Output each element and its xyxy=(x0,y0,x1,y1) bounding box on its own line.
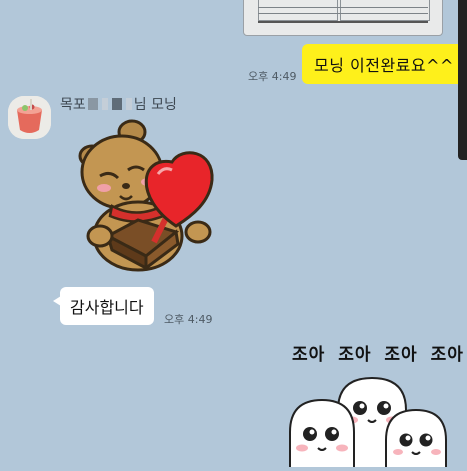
blurred-name xyxy=(87,98,98,110)
bear-heart-sticker[interactable] xyxy=(74,118,222,276)
blurred-name xyxy=(125,98,132,110)
my-message-bubble[interactable]: 모닝 이전완료요^^ xyxy=(302,44,467,84)
sent-photo[interactable] xyxy=(243,0,443,36)
ghost-sticker[interactable] xyxy=(286,370,456,471)
message-text: 감사합니다 xyxy=(70,298,144,317)
scrollbar[interactable] xyxy=(458,0,467,160)
sender-name: 목포 님 모닝 xyxy=(60,97,177,113)
message-time: 오후 4:49 xyxy=(164,313,213,326)
profile-avatar[interactable] xyxy=(8,96,51,139)
three-ghosts-icon xyxy=(289,376,447,471)
blurred-name xyxy=(111,98,122,110)
blurred-name xyxy=(101,98,108,110)
sticker-caption: 조아 조아 조아 조아 xyxy=(292,345,464,365)
message-time: 오후 4:49 xyxy=(248,70,297,83)
drink-cup-icon xyxy=(8,96,51,139)
other-message-bubble[interactable]: 감사합니다 xyxy=(53,287,154,325)
message-text: 모닝 이전완료요^^ xyxy=(314,56,454,75)
bear-holding-heart-icon xyxy=(78,119,214,272)
